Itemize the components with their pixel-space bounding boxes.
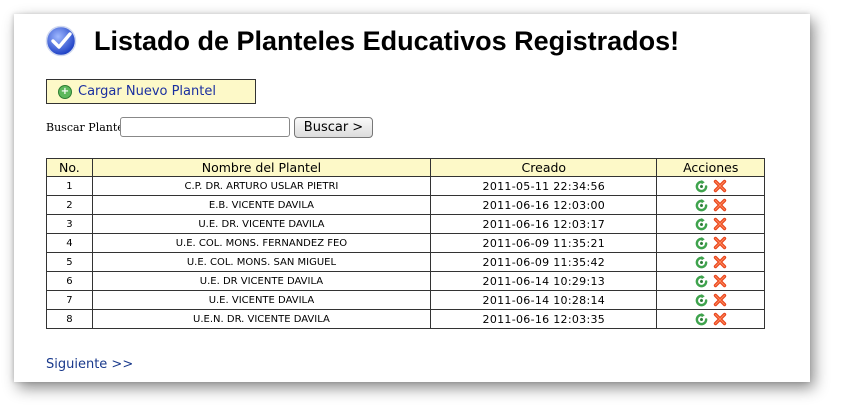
refresh-edit-icon[interactable]: [695, 179, 708, 193]
search-label: Buscar Plantel:: [46, 121, 132, 134]
table-row: 8 U.E.N. DR. VICENTE DAVILA 2011-06-16 12:…: [46, 309, 765, 329]
row-actions: [656, 195, 765, 215]
next-page-link[interactable]: Siguiente >>: [46, 357, 133, 372]
plus-circle-icon: +: [58, 84, 72, 99]
row-number: 5: [46, 252, 93, 272]
check-circle-icon: [45, 25, 77, 57]
plantel-name: U.E. COL. MONS. SAN MIGUEL: [91, 252, 432, 272]
add-plantel-label: Cargar Nuevo Plantel: [78, 84, 216, 99]
refresh-edit-icon[interactable]: [695, 217, 708, 231]
created-date: 2011-06-16 12:03:00: [430, 195, 658, 215]
plantel-name: E.B. VICENTE DAVILA: [91, 195, 432, 215]
plantel-name: U.E.N. DR. VICENTE DAVILA: [91, 309, 432, 329]
row-actions: [656, 176, 765, 196]
planteles-table: No. Nombre del Plantel Creado Acciones 1…: [46, 158, 765, 329]
row-actions: [656, 214, 765, 234]
refresh-edit-icon[interactable]: [695, 274, 708, 288]
header-created: Creado: [430, 158, 658, 177]
plantel-name: C.P. DR. ARTURO USLAR PIETRI: [91, 176, 432, 196]
table-row: 7 U.E. VICENTE DAVILA 2011-06-14 10:28:14: [46, 290, 765, 310]
refresh-edit-icon[interactable]: [695, 255, 708, 269]
red-x-icon[interactable]: [713, 217, 727, 231]
header-name: Nombre del Plantel: [91, 158, 432, 177]
row-number: 2: [46, 195, 93, 215]
row-number: 4: [46, 233, 93, 253]
row-actions: [656, 309, 765, 329]
created-date: 2011-05-11 22:34:56: [430, 176, 658, 196]
refresh-edit-icon[interactable]: [695, 312, 708, 326]
red-x-icon[interactable]: [713, 198, 727, 212]
row-number: 7: [46, 290, 93, 310]
search-button[interactable]: Buscar >: [294, 117, 373, 138]
table-row: 3 U.E. DR. VICENTE DAVILA 2011-06-16 12:03…: [46, 214, 765, 234]
header-actions: Acciones: [656, 158, 765, 177]
plantel-name: U.E. DR VICENTE DAVILA: [91, 271, 432, 291]
created-date: 2011-06-09 11:35:42: [430, 252, 658, 272]
refresh-edit-icon[interactable]: [695, 236, 708, 250]
table-row: 1 C.P. DR. ARTURO USLAR PIETRI 2011-05-11 …: [46, 176, 765, 196]
refresh-edit-icon[interactable]: [695, 198, 708, 212]
plantel-name: U.E. COL. MONS. FERNANDEZ FEO: [91, 233, 432, 253]
row-number: 3: [46, 214, 93, 234]
created-date: 2011-06-16 12:03:35: [430, 309, 658, 329]
table-row: 2 E.B. VICENTE DAVILA 2011-06-16 12:03:00: [46, 195, 765, 215]
table-header-row: No. Nombre del Plantel Creado Acciones: [46, 158, 765, 177]
red-x-icon[interactable]: [713, 274, 727, 288]
table-row: 4 U.E. COL. MONS. FERNANDEZ FEO 2011-06-09…: [46, 233, 765, 253]
red-x-icon[interactable]: [713, 293, 727, 307]
created-date: 2011-06-16 12:03:17: [430, 214, 658, 234]
refresh-edit-icon[interactable]: [695, 293, 708, 307]
created-date: 2011-06-14 10:29:13: [430, 271, 658, 291]
search-input[interactable]: [120, 117, 290, 137]
red-x-icon[interactable]: [713, 179, 727, 193]
table-row: 5 U.E. COL. MONS. SAN MIGUEL 2011-06-09 11…: [46, 252, 765, 272]
page-title: Listado de Planteles Educativos Registra…: [94, 26, 680, 56]
header-no: No.: [46, 158, 93, 177]
row-actions: [656, 290, 765, 310]
table-row: 6 U.E. DR VICENTE DAVILA 2011-06-14 10:29:…: [46, 271, 765, 291]
row-actions: [656, 271, 765, 291]
created-date: 2011-06-14 10:28:14: [430, 290, 658, 310]
row-actions: [656, 252, 765, 272]
row-number: 8: [46, 309, 93, 329]
red-x-icon[interactable]: [713, 255, 727, 269]
row-actions: [656, 233, 765, 253]
created-date: 2011-06-09 11:35:21: [430, 233, 658, 253]
plantel-name: U.E. VICENTE DAVILA: [91, 290, 432, 310]
plantel-name: U.E. DR. VICENTE DAVILA: [91, 214, 432, 234]
add-plantel-button[interactable]: + Cargar Nuevo Plantel: [46, 79, 256, 104]
red-x-icon[interactable]: [713, 236, 727, 250]
row-number: 1: [46, 176, 93, 196]
red-x-icon[interactable]: [713, 312, 727, 326]
row-number: 6: [46, 271, 93, 291]
